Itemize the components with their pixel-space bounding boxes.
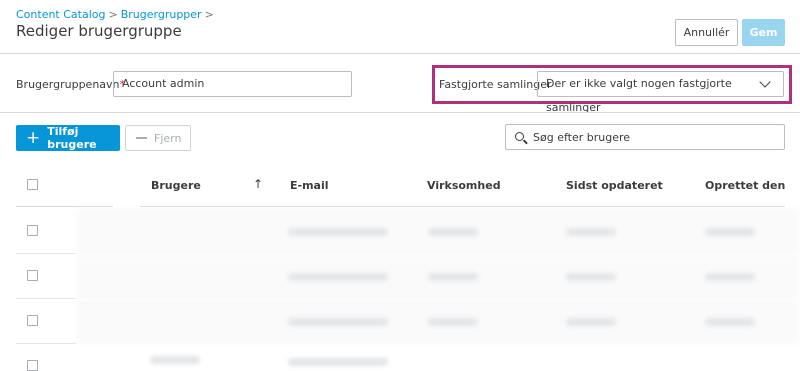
blurred-company	[428, 228, 478, 236]
group-name-input[interactable]: Account admin	[113, 71, 352, 97]
cancel-button[interactable]: Annullér	[675, 19, 738, 46]
blurred-email	[288, 318, 388, 326]
search-input[interactable]: Søg efter brugere	[505, 124, 785, 150]
breadcrumb-content-catalog[interactable]: Content Catalog	[16, 8, 106, 21]
blurred-email	[288, 228, 388, 236]
blurred-created	[705, 228, 755, 236]
row-divider	[16, 343, 76, 344]
form-divider	[0, 112, 800, 113]
breadcrumb-separator: >	[204, 8, 214, 21]
remove-label: Fjern	[154, 131, 182, 145]
blurred-updated	[566, 273, 616, 281]
row-checkbox[interactable]	[27, 315, 38, 326]
blurred-email	[288, 273, 388, 281]
pinned-collections-value: Der er ikke valgt nogen fastgjorte samli…	[546, 77, 732, 114]
plus-icon: +	[26, 127, 41, 148]
row-checkbox[interactable]	[27, 225, 38, 236]
blurred-updated	[566, 228, 616, 236]
pinned-collections-label: Fastgjorte samlinger	[439, 78, 552, 91]
column-header-last-updated[interactable]: Sidst opdateret	[566, 179, 663, 192]
header-divider-left	[16, 206, 113, 207]
blurred-created	[705, 273, 755, 281]
row-divider	[16, 253, 76, 254]
breadcrumb: Content Catalog > Brugergrupper >	[16, 8, 217, 21]
search-placeholder: Søg efter brugere	[533, 130, 631, 144]
blurred-created	[705, 318, 755, 326]
group-name-label-text: Brugergruppenavn	[16, 78, 120, 91]
column-header-company[interactable]: Virksomhed	[427, 179, 501, 192]
row-checkbox[interactable]	[27, 360, 38, 371]
breadcrumb-user-groups[interactable]: Brugergrupper	[121, 8, 202, 21]
add-users-button[interactable]: + Tilføj brugere	[16, 125, 120, 151]
add-users-label: Tilføj brugere	[47, 125, 97, 151]
blurred-user	[150, 356, 200, 364]
header-divider-right	[140, 206, 785, 207]
column-header-created[interactable]: Oprettet den	[705, 179, 785, 192]
row-divider	[16, 298, 76, 299]
search-icon	[515, 132, 524, 141]
row-checkbox[interactable]	[27, 270, 38, 281]
column-header-users[interactable]: Brugere	[151, 179, 201, 192]
blurred-company	[428, 318, 478, 326]
select-all-checkbox[interactable]	[27, 179, 38, 190]
pinned-collections-select[interactable]: Der er ikke valgt nogen fastgjorte samli…	[537, 71, 784, 114]
header-divider	[0, 53, 800, 54]
page-title: Rediger brugergruppe	[16, 22, 182, 40]
chevron-down-icon	[759, 76, 771, 88]
minus-icon	[136, 137, 147, 139]
blurred-updated	[566, 318, 616, 326]
blurred-email	[288, 358, 388, 366]
remove-button[interactable]: Fjern	[125, 125, 191, 151]
breadcrumb-separator: >	[108, 8, 118, 21]
column-header-email[interactable]: E-mail	[290, 179, 329, 192]
blurred-company	[428, 273, 478, 281]
save-button[interactable]: Gem	[742, 19, 785, 46]
group-name-label: Brugergruppenavn*	[16, 78, 125, 91]
sort-ascending-icon[interactable]: ↑	[253, 177, 263, 191]
